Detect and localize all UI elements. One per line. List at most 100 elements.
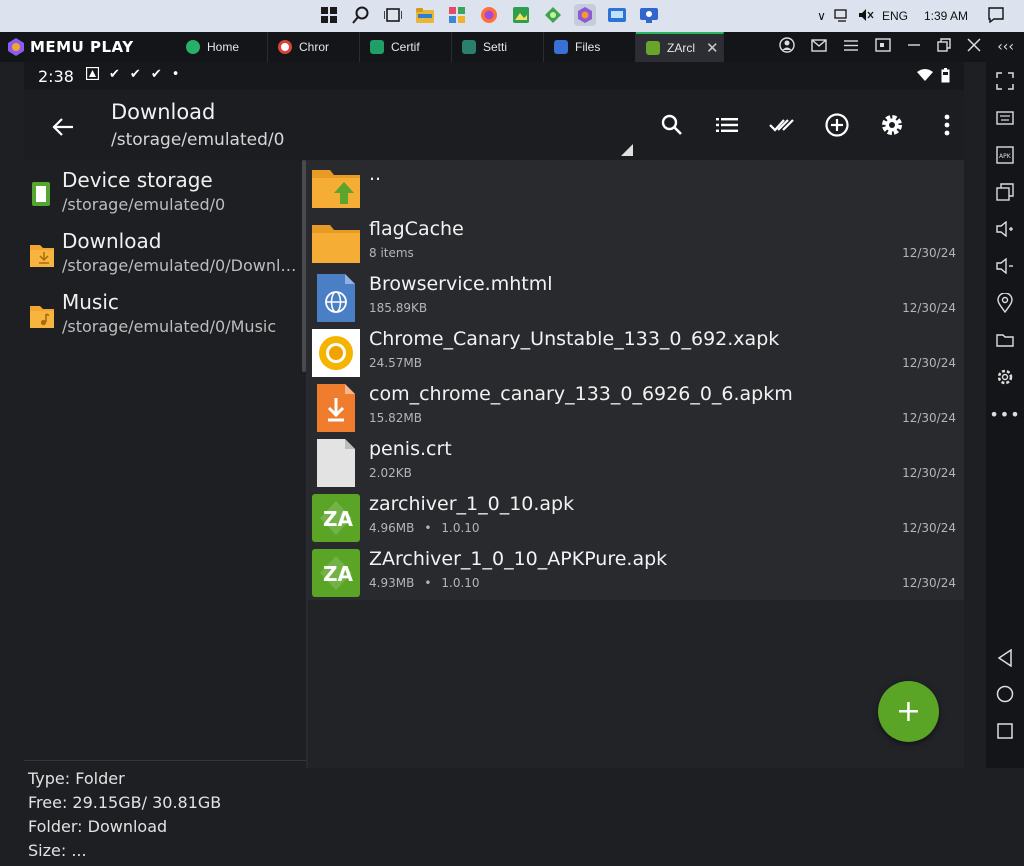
svg-text:APK: APK <box>999 153 1012 160</box>
double-check-icon <box>768 119 794 132</box>
notification-icon[interactable] <box>988 6 1004 26</box>
image-app-icon[interactable] <box>510 4 532 26</box>
search-icon[interactable] <box>350 4 372 26</box>
folder-icon <box>312 219 360 267</box>
language-indicator[interactable]: ENG <box>882 9 908 23</box>
location-device-storage[interactable]: Device storage /storage/emulated/0 <box>24 168 306 226</box>
create-button[interactable] <box>809 108 864 142</box>
blue-app-icon[interactable] <box>606 4 628 26</box>
multi-select-button[interactable] <box>754 108 809 142</box>
add-fab-button[interactable]: + <box>878 681 939 742</box>
file-meta: 4.93MB • 1.0.10 <box>369 576 480 590</box>
tab-home[interactable]: Home <box>176 32 268 62</box>
list-item-parent[interactable]: .. <box>308 160 964 215</box>
close-tab-icon[interactable]: ✕ <box>706 39 719 57</box>
more-options-icon[interactable]: ••• <box>989 403 1019 425</box>
web-file-icon <box>312 274 360 322</box>
apkm-file-icon <box>312 384 360 432</box>
android-clock: 2:38 <box>38 67 74 86</box>
list-item-file[interactable]: ZA ZArchiver_1_0_10_APKPure.apk 4.93MB • 1… <box>308 545 964 600</box>
memu-icon[interactable] <box>574 4 596 26</box>
keyboard-icon[interactable] <box>994 107 1016 129</box>
file-name: ZArchiver_1_0_10_APKPure.apk <box>369 548 668 570</box>
multi-window-icon[interactable] <box>994 181 1016 203</box>
taskbar-clock[interactable]: 1:39 AM <box>924 9 968 23</box>
location-download[interactable]: Download /storage/emulated/0/Download <box>24 229 306 287</box>
info-type: Type: Folder <box>28 769 125 788</box>
green-app-icon[interactable] <box>542 4 564 26</box>
settings-button[interactable] <box>864 108 919 142</box>
sort-indicator-icon[interactable] <box>621 144 633 156</box>
menu-icon[interactable] <box>843 39 859 56</box>
volume-down-icon[interactable] <box>994 255 1016 277</box>
chevron-up-icon[interactable]: ∨ <box>817 9 826 23</box>
volume-muted-icon[interactable] <box>858 8 874 25</box>
app-grid-icon[interactable] <box>446 4 468 26</box>
minimize-icon[interactable] <box>907 38 921 56</box>
apk-install-icon[interactable]: APK <box>994 144 1016 166</box>
mail-icon[interactable] <box>811 38 827 56</box>
tab-certificate[interactable]: Certif <box>360 32 452 62</box>
nav-home-icon[interactable] <box>994 683 1016 705</box>
android-screen: 2:38 ✔︎ ✔︎ ✔︎ • Download /storage/emulat… <box>24 62 964 866</box>
check-icon: ✔︎ <box>129 67 141 82</box>
overflow-menu-button[interactable] <box>919 108 974 142</box>
volume-up-icon[interactable] <box>994 218 1016 240</box>
current-path: /storage/emulated/0 <box>111 130 285 150</box>
remote-app-icon[interactable] <box>638 4 660 26</box>
search-button[interactable] <box>644 108 699 142</box>
file-name: penis.crt <box>369 438 452 460</box>
list-item-file[interactable]: Browservice.mhtml 185.89KB 12/30/24 <box>308 270 964 325</box>
meta-separator: • <box>424 521 432 535</box>
fullscreen-icon[interactable] <box>994 70 1016 92</box>
file-meta: 2.02KB <box>369 466 412 480</box>
page-title: Download <box>111 100 216 124</box>
tab-files[interactable]: Files <box>544 32 636 62</box>
start-icon[interactable] <box>318 4 340 26</box>
list-item-file[interactable]: ZA zarchiver_1_0_10.apk 4.96MB • 1.0.10 12… <box>308 490 964 545</box>
list-item-file[interactable]: penis.crt 2.02KB 12/30/24 <box>308 435 964 490</box>
list-item-file[interactable]: com_chrome_canary_133_0_6926_0_6.apkm 15… <box>308 380 964 435</box>
back-button[interactable] <box>46 110 80 144</box>
network-icon[interactable] <box>834 8 850 25</box>
collapse-sidebar-icon[interactable]: ‹‹‹ <box>997 39 1014 55</box>
file-meta: 15.82MB <box>369 411 422 425</box>
list-item-file[interactable]: Chrome_Canary_Unstable_133_0_692.xapk 24… <box>308 325 964 380</box>
arrow-left-icon <box>52 118 73 136</box>
firefox-icon[interactable] <box>478 4 500 26</box>
file-date: 12/30/24 <box>902 466 956 480</box>
file-name: zarchiver_1_0_10.apk <box>369 493 575 515</box>
settings-gear-icon[interactable] <box>994 366 1016 388</box>
file-date: 12/30/24 <box>902 246 956 260</box>
system-icons <box>917 68 950 87</box>
memu-logo: MEMU PLAY <box>6 37 134 57</box>
file-meta: 8 items <box>369 246 414 260</box>
location-path: /storage/emulated/0 <box>62 195 226 214</box>
location-icon[interactable] <box>994 292 1016 314</box>
location-name: Download <box>62 229 162 253</box>
info-free-space: Free: 29.15GB/ 30.81GB <box>28 793 222 812</box>
tab-chrome[interactable]: Chror <box>268 32 360 62</box>
screenshot-icon[interactable] <box>875 38 891 56</box>
info-folder: Folder: Download <box>28 817 168 836</box>
app-toolbar: Download /storage/emulated/0 <box>24 90 964 160</box>
tab-zarchiver[interactable]: ZArcl ✕ <box>636 32 724 62</box>
restore-icon[interactable] <box>937 38 951 56</box>
nav-back-icon[interactable] <box>994 647 1016 669</box>
nav-recents-icon[interactable] <box>994 720 1016 742</box>
file-name: Browservice.mhtml <box>369 273 553 295</box>
close-window-icon[interactable] <box>967 38 981 56</box>
file-date: 12/30/24 <box>902 301 956 315</box>
generic-file-icon <box>312 439 360 487</box>
task-view-icon[interactable] <box>382 4 404 26</box>
file-explorer-icon[interactable] <box>414 4 436 26</box>
view-mode-button[interactable] <box>699 108 754 142</box>
location-music[interactable]: Music /storage/emulated/0/Music <box>24 290 306 348</box>
tab-settings[interactable]: Setti <box>452 32 544 62</box>
chrome-canary-icon <box>312 329 360 377</box>
account-icon[interactable] <box>779 37 795 57</box>
list-item-folder[interactable]: flagCache 8 items 12/30/24 <box>308 215 964 270</box>
shared-folder-icon[interactable] <box>994 329 1016 351</box>
file-list: .. flagCache 8 items 12/30/24 Browservic… <box>308 160 964 600</box>
more-vert-icon <box>944 114 949 136</box>
